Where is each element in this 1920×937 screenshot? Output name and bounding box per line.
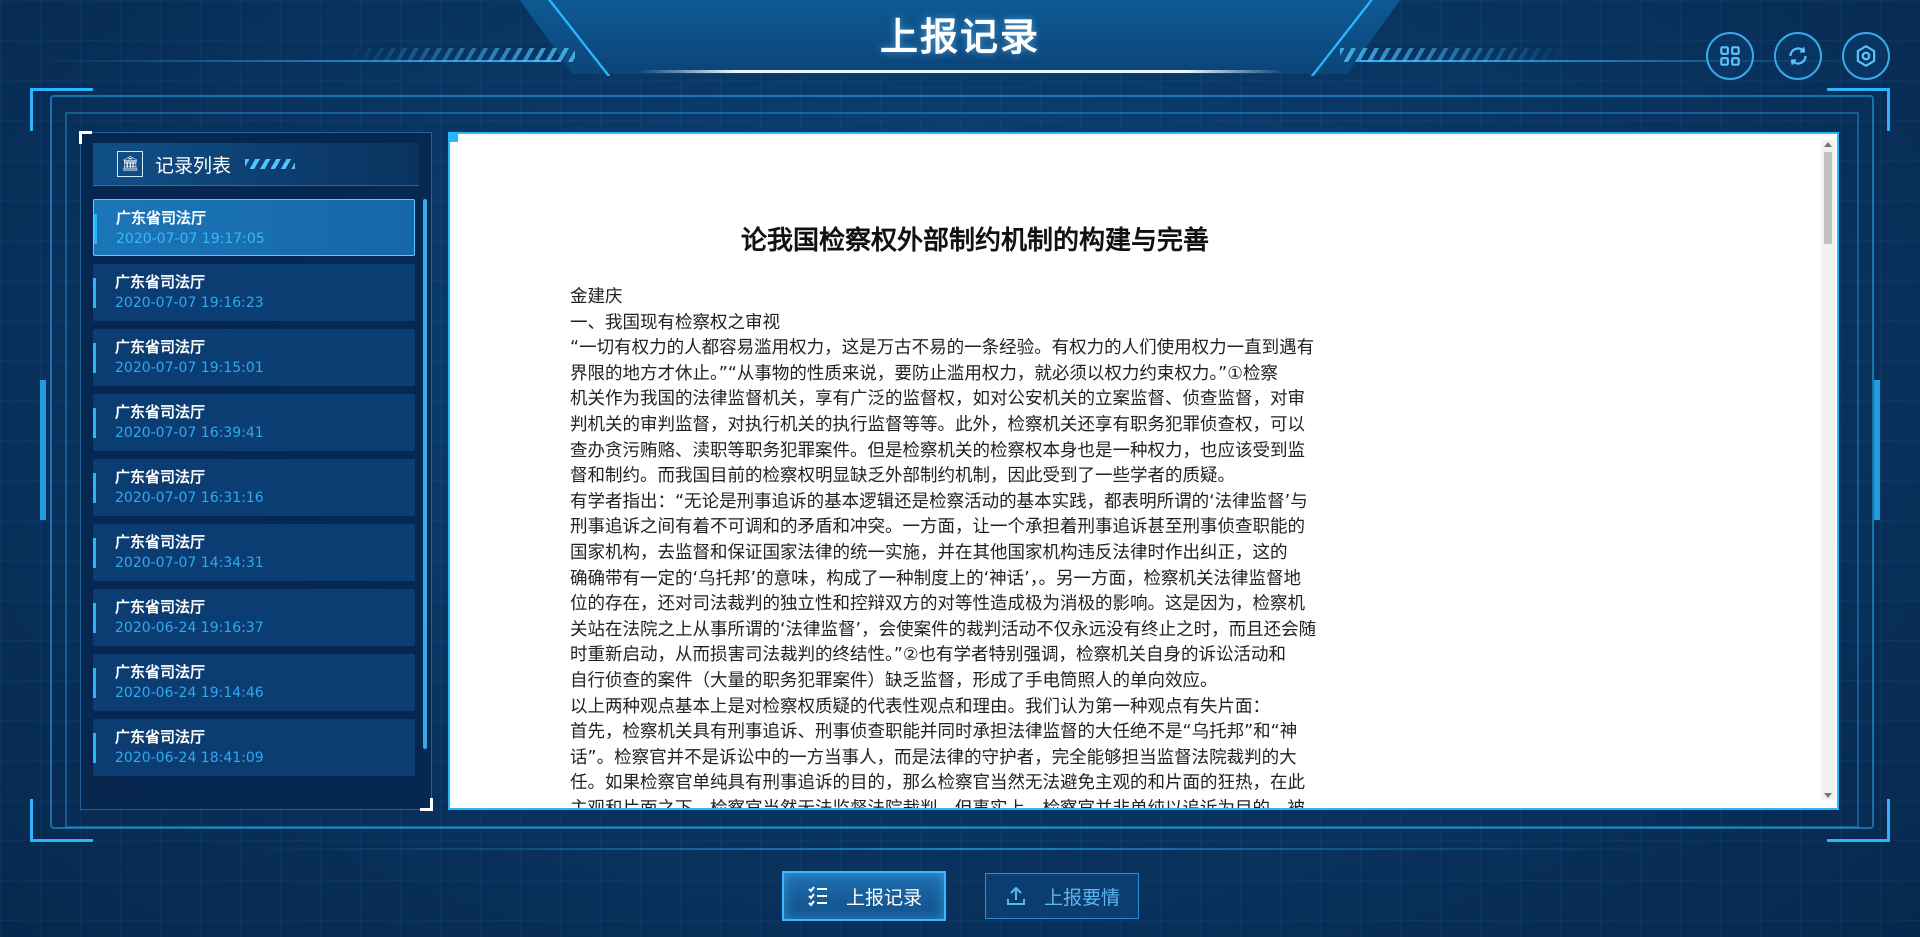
grid-button[interactable] [1706,32,1754,80]
document-title: 论我国检察权外部制约机制的构建与完善 [740,226,1209,256]
list-item-time: 2020-07-07 19:16:23 [115,295,264,311]
tab-report-situation-label: 上报要情 [1043,886,1120,909]
list-item[interactable]: 广东省司法厅 2020-07-07 14:34:31 [93,524,415,581]
list-item-name: 广东省司法厅 [115,598,206,616]
page-title: 上报记录 [879,15,1040,59]
frame-notch-left [40,380,46,520]
document-line: 自行侦查的案件（大量的职务犯罪案件）缺乏监督，形成了手电筒照人的单向效应。 [570,670,1218,691]
list-item[interactable]: 广东省司法厅 2020-06-24 19:16:37 [93,589,415,646]
frame-corner-top-left [30,88,93,131]
scroll-up-arrow-icon[interactable] [1824,142,1832,147]
document-line: 以上两种观点基本上是对检察权质疑的代表性观点和理由。我们认为第一种观点有失片面： [570,696,1270,717]
document-viewer[interactable]: 论我国检察权外部制约机制的构建与完善 金建庆一、我国现有检察权之审视 “一切有权力… [448,132,1839,810]
document-line: 界限的地方才休止。”“从事物的性质来说，要防止滥用权力，就必须以权力约束权力。”… [570,363,1278,384]
list-item[interactable]: 广东省司法厅 2020-07-07 19:16:23 [93,264,415,321]
list-item[interactable]: 广东省司法厅 2020-06-24 18:41:09 [93,719,415,776]
list-item-name: 广东省司法厅 [115,338,206,356]
document-line: 金建庆 [570,287,623,307]
header-stripes-icon [245,159,296,169]
list-item[interactable]: 广东省司法厅 2020-06-24 19:14:46 [93,654,415,711]
list-item[interactable]: 广东省司法厅 2020-07-07 16:31:16 [93,459,415,516]
list-item-time: 2020-07-07 19:15:01 [115,360,264,376]
bottom-tab-bar: 上报记录 上报要情 [0,871,1920,921]
record-list[interactable]: 广东省司法厅 2020-07-07 19:17:05 广东省司法厅 2020-07-0… [93,199,415,804]
list-item-time: 2020-06-24 18:41:09 [115,750,264,766]
upload-icon [1006,886,1025,905]
record-list-scrollbar[interactable] [423,199,427,749]
bank-icon: 🏛 [117,151,143,177]
document-scrollbar[interactable] [1821,140,1835,800]
checklist-icon [808,886,827,907]
document-line: 任。如果检察官单纯具有刑事追诉的目的，那么检察官当然无法避免主观的和片面的狂热，… [570,773,1305,794]
list-item-name: 广东省司法厅 [115,403,206,421]
document-line: 机关作为我国的法律监督机关，享有广泛的监督权，如对公安机关的立案监督、侦查监督，… [570,389,1305,410]
settings-icon [1856,44,1876,68]
list-item-time: 2020-06-24 19:16:37 [115,620,264,636]
list-item-time: 2020-07-07 16:39:41 [115,425,264,441]
list-item-time: 2020-06-24 19:14:46 [115,685,264,701]
document-line: 确确带有一定的‘乌托邦’的意味，构成了一种制度上的‘神话’，。另一方面，检察机关… [570,568,1301,589]
document-line: “一切有权力的人都容易滥用权力，这是万古不易的一条经验。有权力的人们使用权力一直… [570,338,1315,359]
record-list-title: 记录列表 [155,154,232,177]
grid-icon [1720,46,1740,66]
list-item[interactable]: 广东省司法厅 2020-07-07 16:39:41 [93,394,415,451]
list-item[interactable]: 广东省司法厅 2020-07-07 19:17:05 [93,199,415,256]
frame-notch-right [1874,380,1880,520]
document-line: 主观和片面之下，检察官当然无法监督法院裁判。但事实上，检察官并非单纯以追诉为目的… [570,798,1305,810]
settings-button[interactable] [1842,32,1890,80]
record-list-panel: 🏛 记录列表 广东省司法厅 2020-07-07 19:17:05 广东省司法厅 20… [79,131,433,811]
document-line: 首先，检察机关具有刑事追诉、刑事侦查职能并同时承担法律监督的大任绝不是“乌托邦”… [570,722,1298,743]
list-item-name: 广东省司法厅 [115,273,206,291]
list-item-name: 广东省司法厅 [115,533,206,551]
list-item-time: 2020-07-07 19:17:05 [116,231,265,247]
frame-corner-top-right [1827,88,1890,131]
list-item-name: 广东省司法厅 [115,468,206,486]
document-line: 查办贪污贿赂、渎职等职务犯罪案件。但是检察机关的检察权本身也是一种权力，也应该受… [570,440,1305,461]
document-content: 论我国检察权外部制约机制的构建与完善 金建庆一、我国现有检察权之审视 “一切有权力… [570,220,1370,810]
document-line: 一、我国现有检察权之审视 [570,312,780,333]
list-item[interactable]: 广东省司法厅 2020-07-07 19:15:01 [93,329,415,386]
bottom-decoration-line [250,848,1670,850]
tab-report-records[interactable]: 上报记录 [782,871,946,921]
list-item-time: 2020-07-07 14:34:31 [115,555,264,571]
document-line: 位的存在，还对司法裁判的独立性和控辩双方的对等性造成极为消极的影响。这是因为，检… [570,594,1305,615]
document-line: 国家机构，去监督和保证国家法律的统一实施，并在其他国家机构违反法律时作出纠正，这… [570,542,1288,563]
refresh-icon [1789,47,1807,65]
tab-report-records-label: 上报记录 [845,886,922,909]
document-line: 时重新启动，从而损害司法裁判的终结性。”②也有学者特别强调，检察机关自身的诉讼活… [570,645,1287,666]
list-item-name: 广东省司法厅 [116,209,207,227]
header-underline [638,70,1284,73]
document-line: 关站在法院之上从事所谓的‘法律监督’，会使案件的裁判活动不仅永远没有终止之时，而… [570,619,1317,640]
document-line: 话”。检察官并不是诉讼中的一方当事人，而是法律的守护者，完全能够担当监督法院裁判… [570,747,1297,768]
record-list-header: 🏛 记录列表 [93,143,419,186]
refresh-button[interactable] [1774,32,1822,80]
list-item-name: 广东省司法厅 [115,663,206,681]
document-line: 刑事追诉之间有着不可调和的矛盾和冲突。一方面，让一个承担着刑事追诉甚至刑事侦查职… [570,517,1305,538]
document-line: 判机关的审判监督，对执行机关的执行监督等等。此外，检察机关还享有职务犯罪侦查权，… [570,414,1305,435]
tab-report-situation[interactable]: 上报要情 [985,873,1139,919]
document-body: 金建庆一、我国现有检察权之审视 “一切有权力的人都容易滥用权力，这是万古不易的一条… [570,285,1370,810]
document-line: 督和制约。而我国目前的检察权明显缺乏外部制约机制，因此受到了一些学者的质疑。 [570,466,1235,487]
scroll-thumb[interactable] [1824,152,1832,244]
document-line: 有学者指出：“无论是刑事追诉的基本逻辑还是检察活动的基本实践，都表明所谓的‘法律… [570,491,1308,512]
top-icon-group [1706,32,1890,80]
list-item-time: 2020-07-07 16:31:16 [115,490,264,506]
scroll-down-arrow-icon[interactable] [1824,793,1832,798]
list-item-name: 广东省司法厅 [115,728,206,746]
